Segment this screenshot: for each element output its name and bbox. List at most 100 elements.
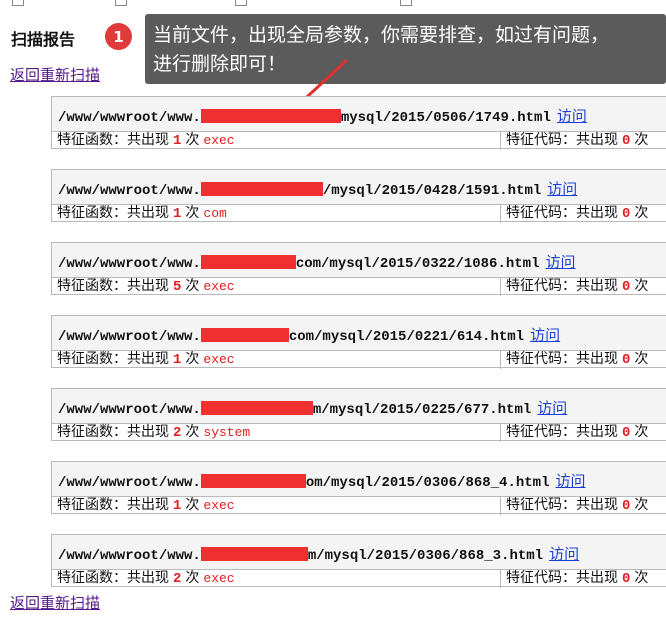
path-prefix: /www/wwwroot/www. [58, 110, 201, 126]
feature-function: 特征函数：共出现 2 次 system [57, 424, 250, 442]
code-count: 0 [622, 133, 631, 149]
path-prefix: /www/wwwroot/www. [58, 256, 201, 272]
visit-link[interactable]: 访问 [557, 107, 587, 125]
function-name: exec [203, 352, 235, 367]
code-count: 0 [622, 498, 631, 514]
times-label: 次 [634, 424, 649, 440]
redaction-bar [200, 255, 296, 269]
feature-code-label: 特征代码：共出现 [506, 570, 618, 586]
visit-link[interactable]: 访问 [555, 472, 585, 490]
function-name: com [203, 206, 227, 221]
feature-function: 特征函数：共出现 1 次 com [57, 205, 227, 223]
feature-code: 特征代码：共出现 0 次 [500, 570, 648, 588]
function-name: system [203, 425, 251, 440]
feature-code-label: 特征代码：共出现 [506, 497, 618, 513]
feature-code: 特征代码：共出现 0 次 [500, 278, 648, 296]
feature-row: 特征函数：共出现 1 次 exec 特征代码：共出现 0 次 [52, 132, 666, 150]
visit-link[interactable]: 访问 [549, 545, 579, 563]
file-path: /www/wwwroot/www. m/mysql/2015/0225/677.h… [52, 389, 666, 424]
times-label: 次 [185, 351, 200, 367]
times-label: 次 [634, 570, 649, 586]
feature-row: 特征函数：共出现 5 次 exec 特征代码：共出现 0 次 [52, 278, 666, 296]
feature-function-label: 特征函数：共出现 [57, 351, 169, 367]
file-path: /www/wwwroot/www. m/mysql/2015/0306/868_3… [52, 535, 666, 570]
feature-function-label: 特征函数：共出现 [57, 570, 169, 586]
feature-code-label: 特征代码：共出现 [506, 424, 618, 440]
feature-row: 特征函数：共出现 2 次 exec 特征代码：共出现 0 次 [52, 570, 666, 588]
feature-function: 特征函数：共出现 2 次 exec [57, 570, 235, 588]
result-entry: /www/wwwroot/www. /mysql/2015/0428/1591.h… [51, 169, 666, 223]
result-entry: /www/wwwroot/www. om/mysql/2015/0306/868_… [51, 461, 666, 515]
file-path: /www/wwwroot/www. com/mysql/2015/0221/614… [52, 316, 666, 351]
times-label: 次 [185, 278, 200, 294]
visit-link[interactable]: 访问 [530, 326, 560, 344]
times-label: 次 [634, 278, 649, 294]
result-entry: /www/wwwroot/www. m/mysql/2015/0306/868_3… [51, 534, 666, 588]
feature-row: 特征函数：共出现 1 次 exec 特征代码：共出现 0 次 [52, 351, 666, 369]
function-count: 2 [173, 425, 182, 441]
function-count: 1 [173, 352, 182, 368]
function-name: exec [203, 571, 235, 586]
feature-function: 特征函数：共出现 1 次 exec [57, 351, 235, 369]
annotation-arrow-icon [258, 58, 349, 142]
redaction-bar [200, 328, 289, 342]
function-count: 2 [173, 571, 182, 587]
result-entry: /www/wwwroot/www. mysql/2015/0506/1749.ht… [51, 96, 666, 150]
feature-function-label: 特征函数：共出现 [57, 278, 169, 294]
function-name: exec [203, 498, 235, 513]
feature-code: 特征代码：共出现 0 次 [500, 205, 648, 223]
file-path: /www/wwwroot/www. com/mysql/2015/0322/108… [52, 243, 666, 278]
feature-function-label: 特征函数：共出现 [57, 205, 169, 221]
feature-row: 特征函数：共出现 1 次 exec 特征代码：共出现 0 次 [52, 497, 666, 515]
path-suffix: mysql/2015/0506/1749.html [340, 110, 551, 126]
redaction-bar [200, 109, 341, 123]
times-label: 次 [185, 497, 200, 513]
path-prefix: /www/wwwroot/www. [58, 183, 201, 199]
times-label: 次 [185, 570, 200, 586]
times-label: 次 [634, 132, 649, 148]
code-count: 0 [622, 571, 631, 587]
function-count: 1 [173, 206, 182, 222]
feature-code: 特征代码：共出现 0 次 [500, 424, 648, 442]
times-label: 次 [185, 205, 200, 221]
feature-function: 特征函数：共出现 1 次 exec [57, 132, 235, 150]
file-path: /www/wwwroot/www. /mysql/2015/0428/1591.h… [52, 170, 666, 205]
times-label: 次 [185, 132, 200, 148]
feature-function-label: 特征函数：共出现 [57, 497, 169, 513]
rescan-link-bottom[interactable]: 返回重新扫描 [10, 592, 100, 613]
redaction-bar [200, 182, 323, 196]
path-suffix: com/mysql/2015/0322/1086.html [295, 256, 540, 272]
path-suffix: com/mysql/2015/0221/614.html [288, 329, 525, 345]
file-path: /www/wwwroot/www. mysql/2015/0506/1749.ht… [52, 97, 666, 132]
feature-function-label: 特征函数：共出现 [57, 132, 169, 148]
feature-code: 特征代码：共出现 0 次 [500, 132, 648, 150]
path-suffix: m/mysql/2015/0306/868_3.html [307, 548, 544, 564]
path-suffix: /mysql/2015/0428/1591.html [322, 183, 542, 199]
feature-code-label: 特征代码：共出现 [506, 351, 618, 367]
visit-link[interactable]: 访问 [547, 180, 577, 198]
file-path: /www/wwwroot/www. om/mysql/2015/0306/868_… [52, 462, 666, 497]
times-label: 次 [634, 497, 649, 513]
feature-function: 特征函数：共出现 1 次 exec [57, 497, 235, 515]
times-label: 次 [634, 205, 649, 221]
redaction-bar [200, 401, 313, 415]
function-count: 1 [173, 133, 182, 149]
result-entry: /www/wwwroot/www. com/mysql/2015/0322/108… [51, 242, 666, 296]
visit-link[interactable]: 访问 [545, 253, 575, 271]
feature-code-label: 特征代码：共出现 [506, 278, 618, 294]
times-label: 次 [185, 424, 200, 440]
feature-function: 特征函数：共出现 5 次 exec [57, 278, 235, 296]
function-count: 5 [173, 279, 182, 295]
visit-link[interactable]: 访问 [537, 399, 567, 417]
function-count: 1 [173, 498, 182, 514]
feature-code-label: 特征代码：共出现 [506, 205, 618, 221]
feature-code: 特征代码：共出现 0 次 [500, 497, 648, 515]
path-prefix: /www/wwwroot/www. [58, 548, 201, 564]
code-count: 0 [622, 425, 631, 441]
function-name: exec [203, 133, 235, 148]
function-name: exec [203, 279, 235, 294]
feature-code-label: 特征代码：共出现 [506, 132, 618, 148]
feature-row: 特征函数：共出现 1 次 com 特征代码：共出现 0 次 [52, 205, 666, 223]
path-prefix: /www/wwwroot/www. [58, 402, 201, 418]
path-suffix: m/mysql/2015/0225/677.html [312, 402, 532, 418]
